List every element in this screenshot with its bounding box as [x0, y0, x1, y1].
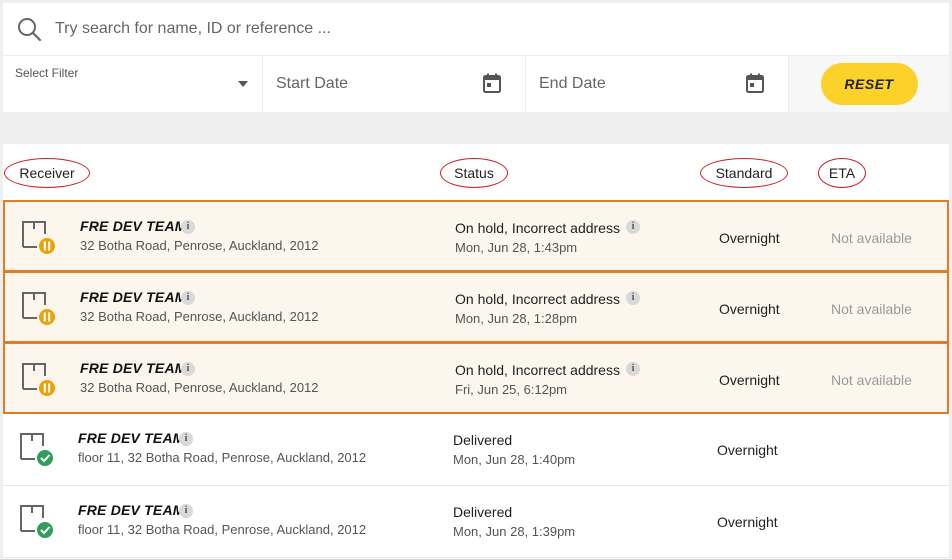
status-time: Mon, Jun 28, 1:43pm — [455, 240, 578, 255]
page: Select Filter Start Date End Date RESET … — [0, 0, 952, 559]
filter-bar: Select Filter Start Date End Date RESET — [3, 56, 949, 112]
info-icon[interactable]: i — [626, 291, 640, 305]
check-icon — [37, 522, 53, 538]
search-input[interactable] — [55, 20, 915, 38]
pause-icon — [39, 238, 55, 254]
receiver-address: floor 11, 32 Botha Road, Penrose, Auckla… — [78, 450, 367, 465]
table-row[interactable]: FRE DEV TEAM i floor 11, 32 Botha Road, Pe… — [3, 414, 949, 486]
column-header-status[interactable]: Status — [440, 158, 508, 188]
receiver-name: FRE DEV TEAM — [78, 430, 185, 446]
filter-select-label: Select Filter — [15, 66, 79, 80]
package-icon — [19, 218, 55, 254]
info-icon[interactable]: i — [179, 432, 193, 446]
package-icon — [17, 502, 53, 538]
status-text: On hold, Incorrect address — [455, 362, 620, 378]
table-body: FRE DEV TEAM i 32 Botha Road, Penrose, Auc… — [3, 200, 949, 558]
reset-button[interactable]: RESET — [820, 63, 918, 105]
eta-value: Not available — [831, 230, 912, 246]
start-date-placeholder: Start Date — [276, 75, 349, 92]
receiver-address: 32 Botha Road, Penrose, Auckland, 2012 — [80, 309, 319, 324]
status-time: Fri, Jun 25, 6:12pm — [455, 382, 567, 397]
package-icon — [19, 360, 55, 396]
status-time: Mon, Jun 28, 1:28pm — [455, 311, 578, 326]
shipments-table: Receiver Status Standard ETA FRE DEV TEA… — [3, 144, 949, 559]
info-icon[interactable]: i — [181, 362, 195, 376]
status-text: On hold, Incorrect address — [455, 220, 620, 236]
pause-icon — [39, 380, 55, 396]
calendar-icon[interactable] — [746, 73, 764, 98]
receiver-address: floor 11, 32 Botha Road, Penrose, Auckla… — [78, 522, 367, 537]
receiver-name: FRE DEV TEAM — [80, 289, 187, 305]
eta-value: Not available — [831, 301, 912, 317]
status-time: Mon, Jun 28, 1:40pm — [453, 452, 576, 467]
table-row[interactable]: FRE DEV TEAM i 32 Botha Road, Penrose, Auc… — [3, 342, 949, 414]
service-standard: Overnight — [717, 514, 778, 530]
receiver-address: 32 Botha Road, Penrose, Auckland, 2012 — [80, 380, 319, 395]
package-icon — [17, 430, 53, 466]
status-time: Mon, Jun 28, 1:39pm — [453, 524, 576, 539]
service-standard: Overnight — [717, 442, 778, 458]
reset-container: RESET — [789, 56, 949, 112]
search-icon[interactable] — [3, 16, 55, 42]
info-icon[interactable]: i — [181, 220, 195, 234]
start-date-field[interactable]: Start Date — [263, 56, 526, 112]
info-icon[interactable]: i — [626, 220, 640, 234]
info-icon[interactable]: i — [626, 362, 640, 376]
status-text: Delivered — [453, 504, 513, 520]
filter-select[interactable]: Select Filter — [3, 56, 263, 112]
package-icon — [19, 289, 55, 325]
info-icon[interactable]: i — [179, 504, 193, 518]
service-standard: Overnight — [719, 230, 780, 246]
column-header-standard[interactable]: Standard — [700, 158, 788, 188]
end-date-field[interactable]: End Date — [526, 56, 789, 112]
chevron-down-icon[interactable] — [238, 81, 248, 87]
table-header: Receiver Status Standard ETA — [3, 144, 949, 201]
receiver-name: FRE DEV TEAM — [78, 502, 185, 518]
status-text: Delivered — [453, 432, 513, 448]
pause-icon — [39, 309, 55, 325]
column-header-eta[interactable]: ETA — [818, 158, 866, 188]
status-text: On hold, Incorrect address — [455, 291, 620, 307]
calendar-icon[interactable] — [483, 73, 501, 98]
receiver-name: FRE DEV TEAM — [80, 360, 187, 376]
column-header-receiver[interactable]: Receiver — [4, 158, 90, 188]
table-row[interactable]: FRE DEV TEAM i 32 Botha Road, Penrose, Auc… — [3, 271, 949, 343]
service-standard: Overnight — [719, 372, 780, 388]
search-bar — [3, 3, 949, 56]
table-row[interactable]: FRE DEV TEAM i 32 Botha Road, Penrose, Auc… — [3, 200, 949, 272]
check-icon — [37, 450, 53, 466]
end-date-placeholder: End Date — [539, 75, 606, 92]
table-row[interactable]: FRE DEV TEAM i floor 11, 32 Botha Road, Pe… — [3, 486, 949, 558]
info-icon[interactable]: i — [181, 291, 195, 305]
eta-value: Not available — [831, 372, 912, 388]
receiver-name: FRE DEV TEAM — [80, 218, 187, 234]
service-standard: Overnight — [719, 301, 780, 317]
receiver-address: 32 Botha Road, Penrose, Auckland, 2012 — [80, 238, 319, 253]
